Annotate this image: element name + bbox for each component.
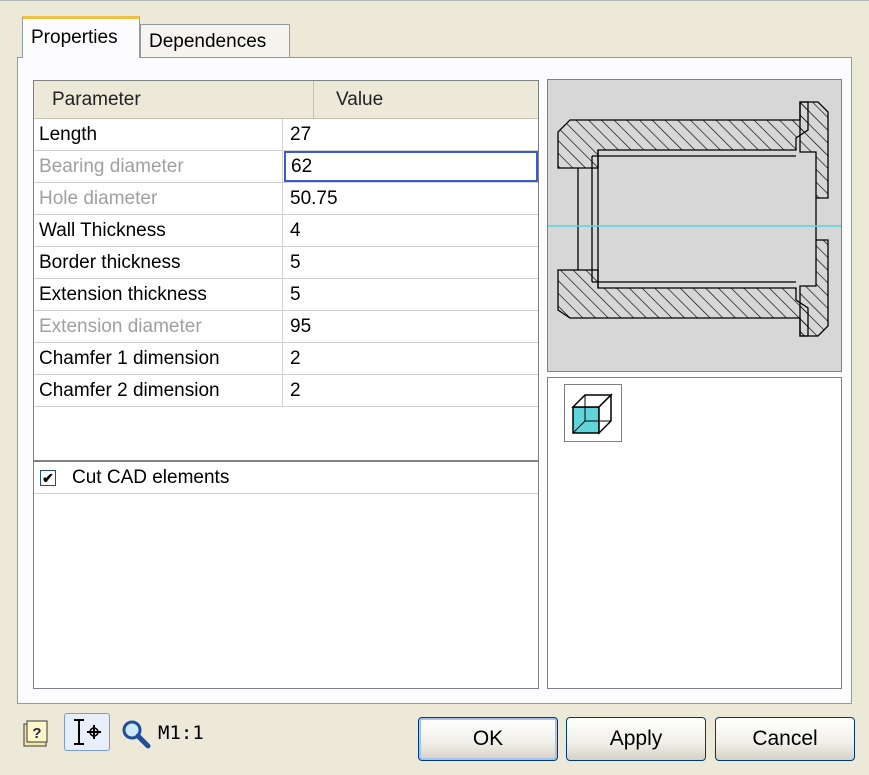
parameter-value-cell[interactable]: 2 <box>283 343 538 374</box>
parameter-value-cell[interactable]: 95 <box>283 311 538 342</box>
text-cursor-snap-icon <box>74 719 101 745</box>
parameter-value-cell[interactable]: 4 <box>283 215 538 246</box>
ok-button[interactable]: OK <box>418 717 558 761</box>
parameter-name-cell: Hole diameter <box>34 183 283 214</box>
options-list: ✔ Cut CAD elements <box>33 461 539 689</box>
parameter-value-cell[interactable]: 27 <box>283 119 538 150</box>
cancel-button[interactable]: Cancel <box>715 717 855 761</box>
zoom-scale-label: M1:1 <box>158 722 204 744</box>
parameter-row[interactable]: Border thickness 5 <box>34 247 538 279</box>
parameter-row[interactable]: Chamfer 2 dimension 2 <box>34 375 538 407</box>
bushing-flange-bottom <box>799 239 829 337</box>
parameter-value-cell[interactable]: 5 <box>283 247 538 278</box>
column-header-parameter[interactable]: Parameter <box>34 81 314 118</box>
parameter-row[interactable]: Extension diameter 95 <box>34 311 538 343</box>
parameter-name-cell: Length <box>34 119 283 150</box>
grid-header: Parameter Value <box>34 81 538 119</box>
parameter-row[interactable]: Extension thickness 5 <box>34 279 538 311</box>
view-panel <box>547 377 842 689</box>
parameter-value-cell[interactable]: 5 <box>283 279 538 310</box>
cube-3d-icon <box>571 393 613 435</box>
tab-properties[interactable]: Properties <box>22 16 140 58</box>
svg-text:?: ? <box>32 725 41 742</box>
tab-dependences[interactable]: Dependences <box>140 24 290 58</box>
column-header-value[interactable]: Value <box>314 81 538 118</box>
cube-3d-view-button[interactable] <box>564 384 622 442</box>
parameter-row[interactable]: Wall Thickness 4 <box>34 215 538 247</box>
parameter-row[interactable]: Length 27 <box>34 119 538 151</box>
window-title-strip <box>0 0 869 7</box>
parameter-value-cell[interactable]: 2 <box>283 375 538 406</box>
parameter-name-cell: Extension thickness <box>34 279 283 310</box>
parameter-name-cell: Bearing diameter <box>34 151 283 182</box>
parameter-row[interactable]: Chamfer 1 dimension 2 <box>34 343 538 375</box>
bushing-section-preview <box>547 79 842 372</box>
cut-cad-checkbox[interactable]: ✔ <box>40 470 56 486</box>
bushing-bottom-wall <box>557 269 809 337</box>
magnifier-icon[interactable] <box>120 718 152 750</box>
parameter-row[interactable]: Hole diameter 50.75 <box>34 183 538 215</box>
parameter-grid: Parameter Value Length 27 Bearing diameter… <box>33 80 539 461</box>
parameter-name-cell: Chamfer 2 dimension <box>34 375 283 406</box>
parameter-value-cell[interactable]: 62 <box>284 151 538 182</box>
bushing-flange-top <box>799 101 829 199</box>
help-button[interactable]: ? <box>22 720 50 748</box>
parameter-value-cell[interactable]: 50.75 <box>283 183 538 214</box>
snap-cursor-button[interactable] <box>64 713 110 751</box>
parameter-name-cell: Extension diameter <box>34 311 283 342</box>
bushing-section-drawing <box>548 101 841 337</box>
apply-button[interactable]: Apply <box>566 717 706 761</box>
cut-cad-label: Cut CAD elements <box>72 467 230 488</box>
cut-cad-option-row[interactable]: ✔ Cut CAD elements <box>34 462 538 494</box>
parameter-name-cell: Border thickness <box>34 247 283 278</box>
help-icon: ? <box>23 720 48 747</box>
parameter-row[interactable]: Bearing diameter 62 <box>34 151 538 183</box>
bushing-top-wall <box>557 101 809 169</box>
parameter-name-cell: Wall Thickness <box>34 215 283 246</box>
parameter-name-cell: Chamfer 1 dimension <box>34 343 283 374</box>
